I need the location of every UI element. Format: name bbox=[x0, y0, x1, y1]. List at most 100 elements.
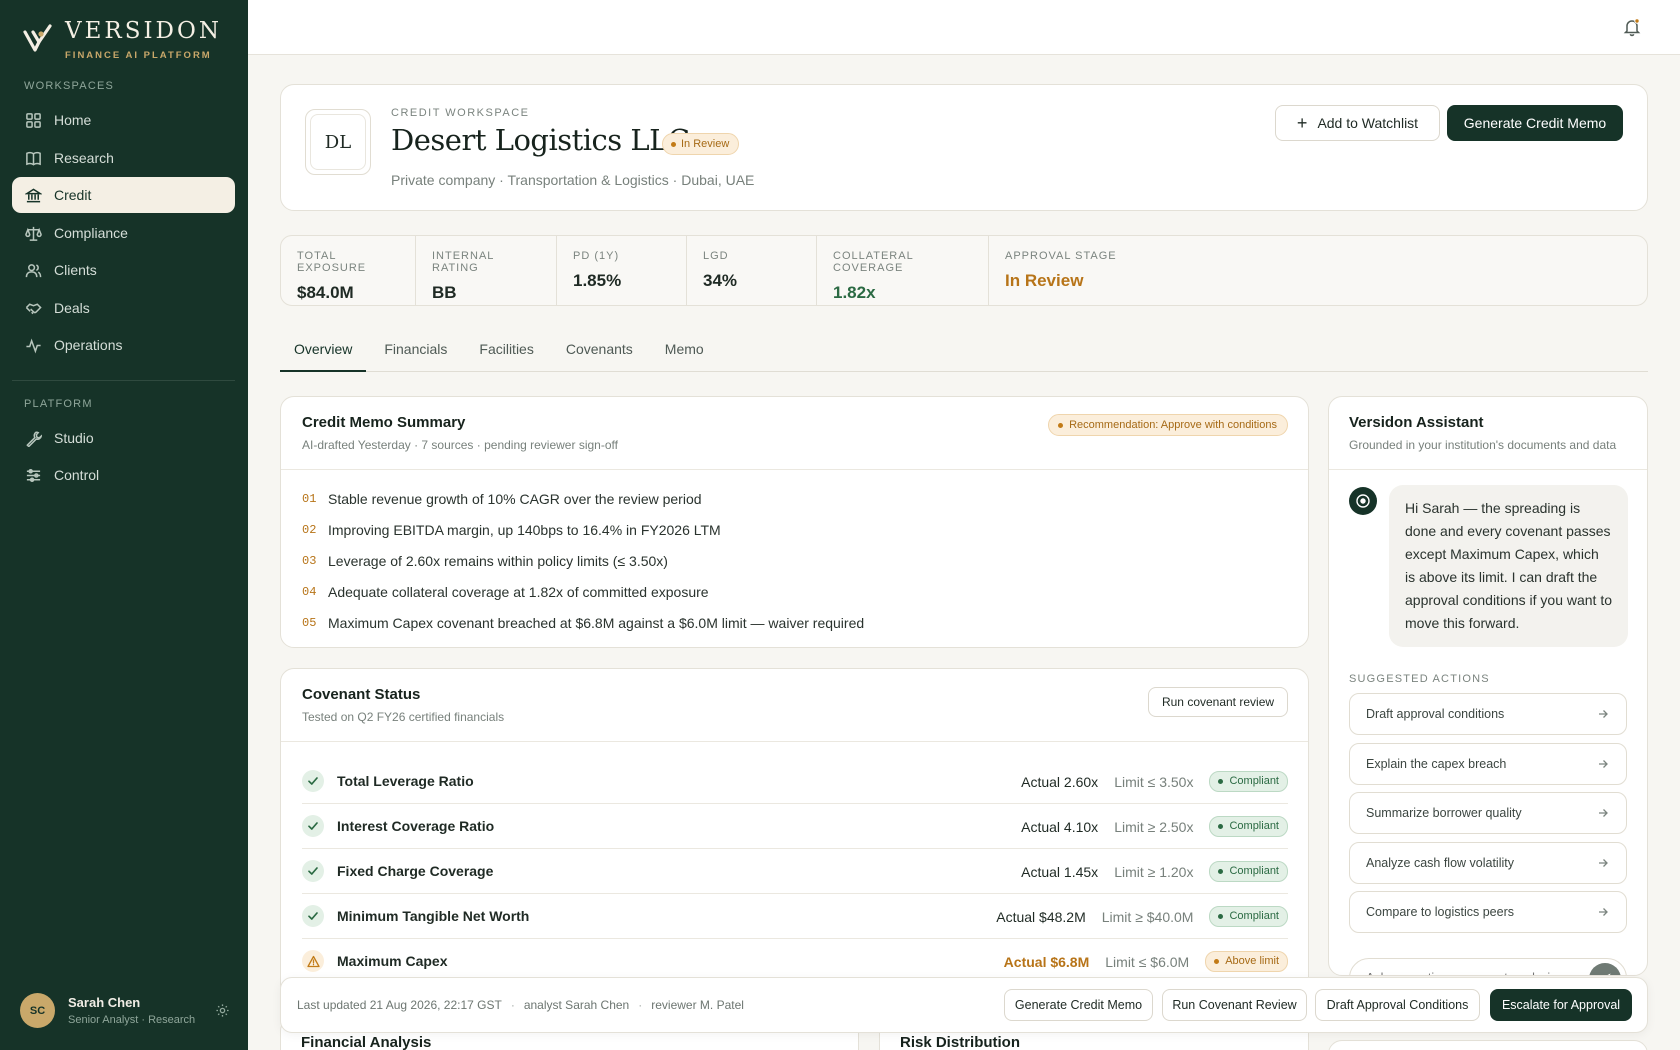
assistant-title: Versidon Assistant bbox=[1349, 414, 1484, 431]
sidebar-item-credit[interactable]: Credit bbox=[12, 177, 235, 213]
check-icon bbox=[302, 770, 324, 792]
suggestion-draft-approval[interactable]: Draft approval conditions bbox=[1349, 693, 1627, 735]
assistant-next-card bbox=[1328, 1040, 1648, 1050]
covenant-name: Maximum Capex bbox=[337, 953, 448, 969]
suggestion-compare-peers[interactable]: Compare to logistics peers bbox=[1349, 891, 1627, 933]
company-header: DL CREDIT WORKSPACE Desert Logistics LLC… bbox=[280, 84, 1648, 211]
sidebar-item-control[interactable]: Control bbox=[12, 457, 235, 493]
card-title: Credit Memo Summary bbox=[302, 414, 466, 431]
card-subtitle: Tested on Q2 FY26 certified financials bbox=[302, 710, 505, 724]
tab-financials[interactable]: Financials bbox=[370, 327, 461, 372]
suggested-actions-label: SUGGESTED ACTIONS bbox=[1349, 673, 1490, 685]
divider bbox=[1329, 469, 1647, 470]
kpi-value: BB bbox=[432, 283, 457, 302]
scale-icon bbox=[25, 226, 42, 241]
sidebar-item-label: Control bbox=[54, 467, 100, 483]
workspace-eyebrow: CREDIT WORKSPACE bbox=[391, 107, 530, 119]
sidebar-item-home[interactable]: Home bbox=[12, 102, 235, 138]
sidebar-item-studio[interactable]: Studio bbox=[12, 420, 235, 456]
suggestion-label: Compare to logistics peers bbox=[1366, 905, 1514, 919]
sidebar-item-label: Clients bbox=[54, 262, 97, 278]
status-badge: Above limit bbox=[1205, 951, 1288, 972]
table-row[interactable]: Total Leverage Ratio Actual 2.60x Limit … bbox=[302, 759, 1288, 804]
generate-credit-memo-button[interactable]: Generate Credit Memo bbox=[1447, 105, 1623, 141]
assistant-input[interactable] bbox=[1349, 958, 1627, 975]
sidebar-item-deals[interactable]: Deals bbox=[12, 290, 235, 326]
point-text: Adequate collateral coverage at 1.82x of… bbox=[328, 583, 709, 600]
warning-icon bbox=[302, 950, 324, 972]
sidebar-item-label: Credit bbox=[54, 187, 92, 203]
suggestion-explain-capex[interactable]: Explain the capex breach bbox=[1349, 743, 1627, 785]
book-icon bbox=[26, 151, 41, 166]
arrow-right-icon bbox=[1599, 859, 1608, 867]
assistant-panel: Versidon Assistant Grounded in your inst… bbox=[1328, 396, 1648, 976]
recommendation-badge: Recommendation: Approve with conditions bbox=[1048, 414, 1288, 436]
run-covenant-review-action[interactable]: Run Covenant Review bbox=[1162, 989, 1307, 1021]
kpi-label: INTERNAL RATING bbox=[432, 250, 494, 274]
kpi-value: 34% bbox=[703, 271, 738, 290]
covenant-actual: Actual $6.8M bbox=[1003, 953, 1090, 970]
point-text: Stable revenue growth of 10% CAGR over t… bbox=[328, 490, 702, 507]
sidebar-item-compliance[interactable]: Compliance bbox=[12, 215, 235, 251]
tab-facilities[interactable]: Facilities bbox=[465, 327, 547, 372]
suggestion-summarize-borrower[interactable]: Summarize borrower quality bbox=[1349, 792, 1627, 834]
status-badge: Compliant bbox=[1209, 861, 1288, 882]
escalate-for-approval-button[interactable]: Escalate for Approval bbox=[1490, 989, 1632, 1021]
reviewer-name: reviewer M. Patel bbox=[651, 998, 744, 1012]
covenant-actual: Actual 1.45x bbox=[1021, 863, 1099, 880]
tab-memo[interactable]: Memo bbox=[651, 327, 718, 372]
sidebar-item-label: Deals bbox=[54, 300, 90, 316]
card-subtitle: AI-drafted Yesterday · 7 sources · pendi… bbox=[302, 438, 618, 452]
kpi-label: TOTAL EXPOSURE bbox=[297, 250, 367, 274]
list-item: 05 Maximum Capex covenant breached at $6.… bbox=[302, 607, 864, 638]
tab-covenants[interactable]: Covenants bbox=[552, 327, 647, 372]
company-initials: DL bbox=[310, 114, 366, 170]
kpi-approval-stage: APPROVAL STAGE In Review bbox=[989, 236, 1169, 305]
kpi-internal-rating: INTERNAL RATING BB bbox=[416, 236, 557, 305]
brand[interactable]: VERSIDON FINANCE AI PLATFORM bbox=[22, 18, 222, 61]
table-row[interactable]: Fixed Charge Coverage Actual 1.45x Limit… bbox=[302, 849, 1288, 894]
brand-name: VERSIDON bbox=[65, 18, 222, 44]
kpi-strip: TOTAL EXPOSURE $84.0M INTERNAL RATING BB… bbox=[280, 235, 1648, 306]
sidebar-item-research[interactable]: Research bbox=[12, 140, 235, 176]
covenant-actual: Actual $48.2M bbox=[996, 908, 1086, 925]
workspaces-label: WORKSPACES bbox=[24, 80, 115, 92]
table-row[interactable]: Interest Coverage Ratio Actual 4.10x Lim… bbox=[302, 804, 1288, 849]
grid-icon bbox=[26, 112, 41, 128]
generate-credit-memo-action[interactable]: Generate Credit Memo bbox=[1004, 989, 1153, 1021]
suggestion-cash-flow[interactable]: Analyze cash flow volatility bbox=[1349, 842, 1627, 884]
bell-icon[interactable] bbox=[1622, 17, 1642, 37]
user-name: Sarah Chen bbox=[68, 995, 141, 1010]
sidebar-item-label: Research bbox=[54, 150, 114, 166]
point-text: Maximum Capex covenant breached at $6.8M… bbox=[328, 614, 865, 631]
covenant-limit: Limit ≥ 2.50x bbox=[1114, 818, 1194, 835]
sidebar-item-operations[interactable]: Operations bbox=[12, 327, 235, 363]
add-to-watchlist-button[interactable]: + Add to Watchlist bbox=[1275, 105, 1440, 141]
run-covenant-review-button[interactable]: Run covenant review bbox=[1148, 687, 1288, 717]
activity-icon bbox=[26, 337, 41, 353]
covenant-limit: Limit ≥ 1.20x bbox=[1114, 863, 1194, 880]
suggestion-label: Analyze cash flow volatility bbox=[1366, 856, 1514, 870]
covenant-list: Total Leverage Ratio Actual 2.60x Limit … bbox=[302, 759, 1288, 984]
status-badge: Compliant bbox=[1209, 816, 1288, 837]
action-bar: Last updated 21 Aug 2026, 22:17 GST · anal… bbox=[280, 977, 1648, 1033]
list-item: 04 Adequate collateral coverage at 1.82x … bbox=[302, 576, 864, 607]
assistant-avatar-icon bbox=[1349, 487, 1377, 515]
sidebar-divider bbox=[12, 380, 235, 381]
company-logo: DL bbox=[305, 109, 371, 175]
table-row[interactable]: Minimum Tangible Net Worth Actual $48.2M… bbox=[302, 894, 1288, 939]
gear-icon[interactable] bbox=[215, 1003, 230, 1018]
tab-overview[interactable]: Overview bbox=[280, 327, 367, 372]
card-title: Risk Distribution bbox=[900, 1034, 1021, 1050]
kpi-collateral-coverage: COLLATERAL COVERAGE 1.82x bbox=[817, 236, 989, 305]
suggestion-label: Draft approval conditions bbox=[1366, 707, 1505, 721]
draft-approval-conditions-action[interactable]: Draft Approval Conditions bbox=[1315, 989, 1480, 1021]
point-number: 05 bbox=[302, 615, 317, 630]
user-profile[interactable]: SC Sarah Chen Senior Analyst · Research bbox=[20, 993, 230, 1028]
sidebar-item-clients[interactable]: Clients bbox=[12, 252, 235, 288]
point-number: 01 bbox=[302, 491, 317, 506]
divider bbox=[281, 741, 1308, 742]
divider bbox=[281, 469, 1308, 470]
suggestion-label: Summarize borrower quality bbox=[1366, 806, 1522, 820]
check-icon bbox=[302, 860, 324, 882]
